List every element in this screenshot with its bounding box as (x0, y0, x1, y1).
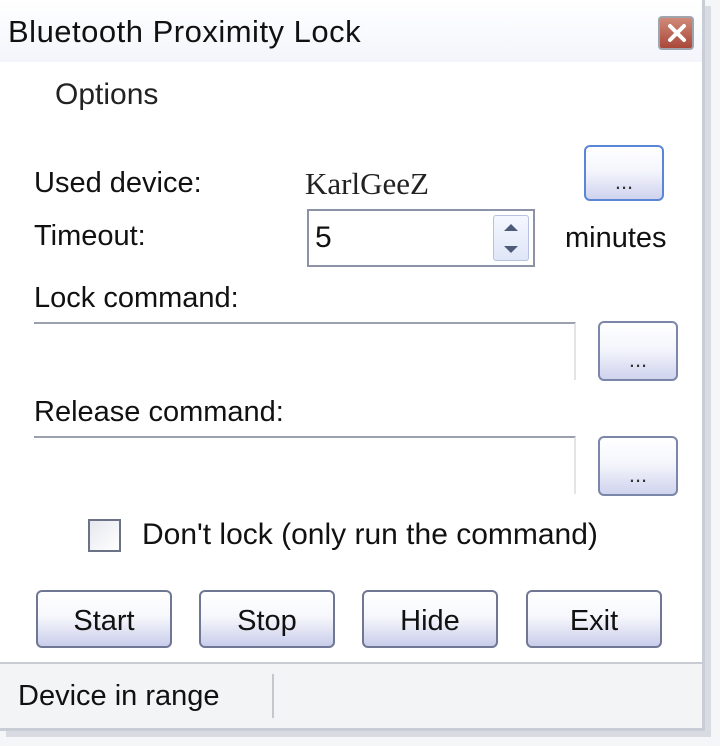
exit-button[interactable]: Exit (526, 590, 662, 648)
dont-lock-checkbox[interactable] (88, 519, 121, 552)
hide-button[interactable]: Hide (362, 590, 498, 648)
timeout-label: Timeout: (34, 220, 146, 252)
stop-button[interactable]: Stop (199, 590, 335, 648)
status-text: Device in range (18, 680, 220, 712)
release-command-label: Release command: (34, 396, 284, 428)
timeout-spinner[interactable]: 5 (307, 209, 535, 267)
lock-command-label: Lock command: (34, 282, 239, 314)
title-bar[interactable]: Bluetooth Proximity Lock (0, 0, 702, 62)
close-button[interactable] (658, 16, 694, 50)
close-icon (668, 24, 686, 42)
browse-lock-command-button[interactable]: ... (598, 321, 678, 381)
start-button[interactable]: Start (36, 590, 172, 648)
timeout-unit: minutes (565, 222, 667, 254)
menu-options[interactable]: Options (55, 78, 158, 112)
lock-command-input[interactable] (34, 322, 576, 380)
spin-up-button[interactable] (494, 216, 528, 238)
chevron-down-icon (504, 246, 518, 253)
chevron-up-icon (504, 224, 518, 231)
status-bar: Device in range (0, 664, 702, 728)
spin-down-button[interactable] (494, 239, 528, 261)
browse-device-button[interactable]: ... (584, 145, 664, 201)
dont-lock-label[interactable]: Don't lock (only run the command) (142, 518, 598, 552)
browse-release-command-button[interactable]: ... (598, 436, 678, 496)
used-device-label: Used device: (34, 167, 202, 199)
main-window: Bluetooth Proximity Lock Options Used de… (0, 0, 705, 731)
release-command-input[interactable] (34, 436, 576, 494)
spinner-arrows (493, 215, 529, 261)
timeout-value[interactable]: 5 (315, 221, 332, 255)
device-name: KarlGeeZ (305, 166, 429, 201)
window-title: Bluetooth Proximity Lock (8, 14, 362, 49)
status-panel: Device in range (10, 674, 274, 718)
